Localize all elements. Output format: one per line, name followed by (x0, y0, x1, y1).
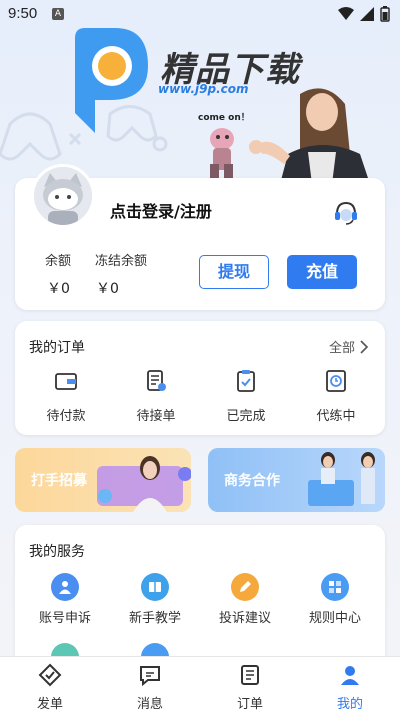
order-item-label: 已完成 (226, 409, 266, 424)
nav-label: 发单 (36, 697, 63, 712)
balance-value: ￥0 (47, 281, 70, 297)
message-icon (140, 666, 160, 687)
bottom-nav: 发单 消息 订单 我的 (0, 656, 400, 712)
order-list-icon (241, 665, 259, 685)
service-label: 规则中心 (308, 611, 361, 626)
notification-badge: A (52, 8, 64, 20)
login-register-link[interactable]: 点击登录/注册 (110, 198, 212, 222)
business-cooperation-banner[interactable]: 商务合作 (208, 448, 385, 512)
document-icon (147, 370, 166, 391)
my-orders-card: 我的订单 全部 待付款 待接单 已完成 代练中 (15, 321, 385, 435)
nav-messages[interactable]: 消息 (120, 663, 180, 712)
order-completed[interactable]: 已完成 (211, 367, 281, 424)
status-time: 9:50 (8, 5, 38, 22)
recharge-button[interactable]: 充值 (287, 255, 357, 289)
all-orders-label: 全部 (328, 341, 355, 356)
nav-label: 订单 (236, 697, 263, 712)
balance-label: 余额 (45, 254, 72, 269)
my-orders-title: 我的订单 (29, 340, 85, 356)
wallet-icon (55, 373, 77, 390)
character-illustration (210, 88, 370, 184)
header-banner: 精品下载 www.j9p.com come on！ (0, 24, 400, 184)
service-complaint-suggestion[interactable]: 投诉建议 (205, 573, 285, 626)
withdraw-button[interactable]: 提现 (199, 255, 269, 289)
chevron-right-icon (360, 339, 369, 354)
account-icon (51, 573, 79, 601)
service-account-appeal[interactable]: 账号申诉 (25, 573, 105, 626)
my-services-title: 我的服务 (29, 544, 85, 560)
user-icon (341, 666, 359, 685)
default-avatar-icon (34, 167, 92, 225)
nav-label: 消息 (136, 697, 163, 712)
profile-card: 点击登录/注册 余额 ￥0 冻结余额 ￥0 提现 充值 (15, 164, 385, 310)
signal-icon (360, 7, 374, 21)
wifi-icon (338, 7, 354, 20)
nav-orders[interactable]: 订单 (220, 663, 280, 712)
order-item-label: 代练中 (316, 409, 356, 424)
book-icon (141, 573, 169, 601)
order-pending-payment[interactable]: 待付款 (31, 367, 101, 424)
pencil-icon (231, 573, 259, 601)
service-newbie-tutorial[interactable]: 新手教学 (115, 573, 195, 626)
nav-label: 我的 (336, 697, 363, 712)
battery-icon (380, 6, 390, 22)
frozen-balance-value: ￥0 (96, 281, 119, 297)
status-icons (338, 6, 390, 22)
rules-icon (321, 573, 349, 601)
recruit-illustration (97, 456, 191, 512)
business-illustration (308, 452, 375, 506)
frozen-balance-label: 冻结余额 (95, 254, 148, 269)
my-services-card: 我的服务 账号申诉 新手教学 投诉建议 规则中心 (15, 525, 385, 671)
avatar[interactable] (31, 164, 95, 228)
service-label: 新手教学 (128, 611, 181, 626)
service-label: 投诉建议 (218, 611, 271, 626)
customer-service-icon[interactable] (333, 200, 359, 226)
clipboard-check-icon (237, 370, 255, 392)
recruit-banner[interactable]: 打手招募 (15, 448, 191, 512)
order-item-label: 待接单 (136, 409, 176, 424)
nav-mine[interactable]: 我的 (320, 663, 380, 712)
clock-icon (326, 370, 346, 392)
all-orders-link[interactable]: 全部 (329, 337, 369, 356)
service-label: 账号申诉 (38, 611, 91, 626)
order-in-progress[interactable]: 代练中 (301, 367, 371, 424)
service-rules-center[interactable]: 规则中心 (295, 573, 375, 626)
nav-send-order[interactable]: 发单 (20, 663, 80, 712)
order-pending-accept[interactable]: 待接单 (121, 367, 191, 424)
order-item-label: 待付款 (46, 409, 86, 424)
send-order-icon (38, 663, 62, 687)
